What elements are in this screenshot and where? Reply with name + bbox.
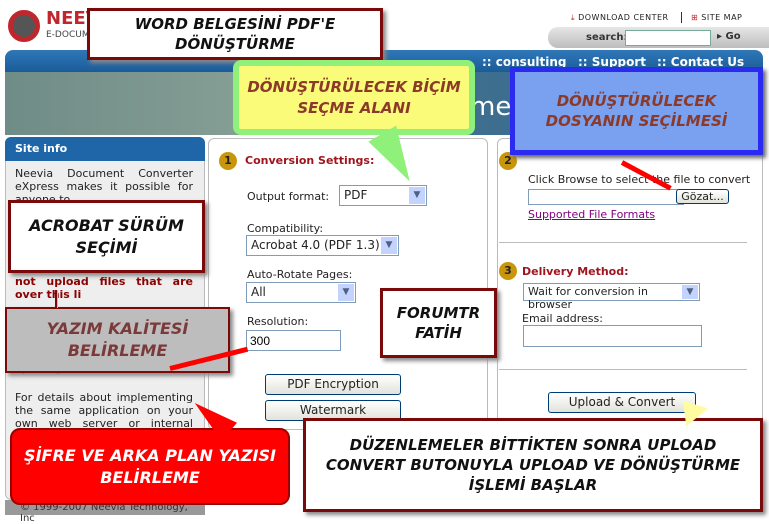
sidebar-warning: not upload files that are over this li (15, 275, 193, 301)
step-3-badge: 3 (499, 262, 517, 280)
callout-format-area: DÖNÜŞTÜRÜLECEK BİÇİM SEÇME ALANI (233, 60, 475, 135)
play-icon: ▸ (717, 31, 723, 42)
logo-subtitle: E-DOCUM (46, 30, 90, 40)
callout-title: WORD BELGESİNİ PDF'E DÖNÜŞTÜRME (87, 8, 383, 60)
sitemap-icon: ⊞ (691, 13, 699, 22)
compatibility-value: Acrobat 4.0 (PDF 1.3) (251, 238, 380, 252)
output-format-value: PDF (344, 188, 368, 202)
site-map-label: SITE MAP (701, 13, 743, 22)
email-label: Email address: (522, 312, 603, 325)
delivery-method-title: Delivery Method: (522, 265, 629, 278)
download-icon: ⤓ (571, 13, 576, 22)
compatibility-select[interactable]: Acrobat 4.0 (PDF 1.3) ▼ (246, 235, 399, 256)
callout-finish: DÜZENLEMELER BİTTİKTEN SONRA UPLOAD CONV… (303, 418, 763, 512)
search-label: search: (586, 32, 628, 43)
compatibility-label: Compatibility: (247, 222, 324, 235)
divider (499, 242, 747, 243)
divider (499, 369, 747, 370)
callout-password: ŞİFRE VE ARKA PLAN YAZISI BELİRLEME (10, 428, 290, 505)
autorotate-value: All (251, 285, 266, 299)
delivery-method-select[interactable]: Wait for conversion in browser ▼ (523, 283, 700, 311)
output-format-select[interactable]: PDF ▼ (339, 185, 427, 206)
browse-button[interactable]: Gözat... (676, 189, 729, 204)
chevron-down-icon: ▼ (409, 187, 425, 204)
callout-acrobat: ACROBAT SÜRÜM SEÇİMİ (8, 200, 205, 273)
resolution-label: Resolution: (247, 315, 309, 328)
conversion-settings-title: Conversion Settings: (245, 154, 375, 167)
autorotate-label: Auto-Rotate Pages: (247, 268, 353, 281)
search-input[interactable] (625, 30, 711, 46)
step-1-badge: 1 (219, 152, 237, 170)
callout-tab (55, 290, 58, 308)
sidebar-title: Site info (5, 137, 205, 161)
callout-author: FORUMTR FATİH (380, 288, 497, 358)
chevron-down-icon: ▼ (338, 284, 354, 301)
pdf-encryption-button[interactable]: PDF Encryption (265, 374, 401, 395)
supported-formats-link[interactable]: Supported File Formats (528, 208, 655, 221)
site-map-link[interactable]: ⊞ SITE MAP (691, 13, 742, 22)
autorotate-select[interactable]: All ▼ (246, 282, 356, 303)
resolution-input[interactable] (246, 330, 341, 351)
go-button[interactable]: ▸ Go (717, 31, 741, 42)
chevron-down-icon: ▼ (381, 237, 397, 254)
file-input[interactable] (528, 189, 684, 205)
output-format-label: Output format: (247, 190, 330, 203)
go-label: Go (725, 31, 741, 42)
logo-icon (8, 10, 40, 42)
email-input[interactable] (523, 325, 702, 347)
download-center-link[interactable]: ⤓ DOWNLOAD CENTER (571, 13, 669, 23)
chevron-down-icon: ▼ (682, 285, 698, 299)
download-center-label: DOWNLOAD CENTER (578, 13, 669, 22)
divider (681, 12, 682, 23)
callout-file-select: DÖNÜŞTÜRÜLECEK DOSYANIN SEÇİLMESİ (510, 67, 763, 155)
